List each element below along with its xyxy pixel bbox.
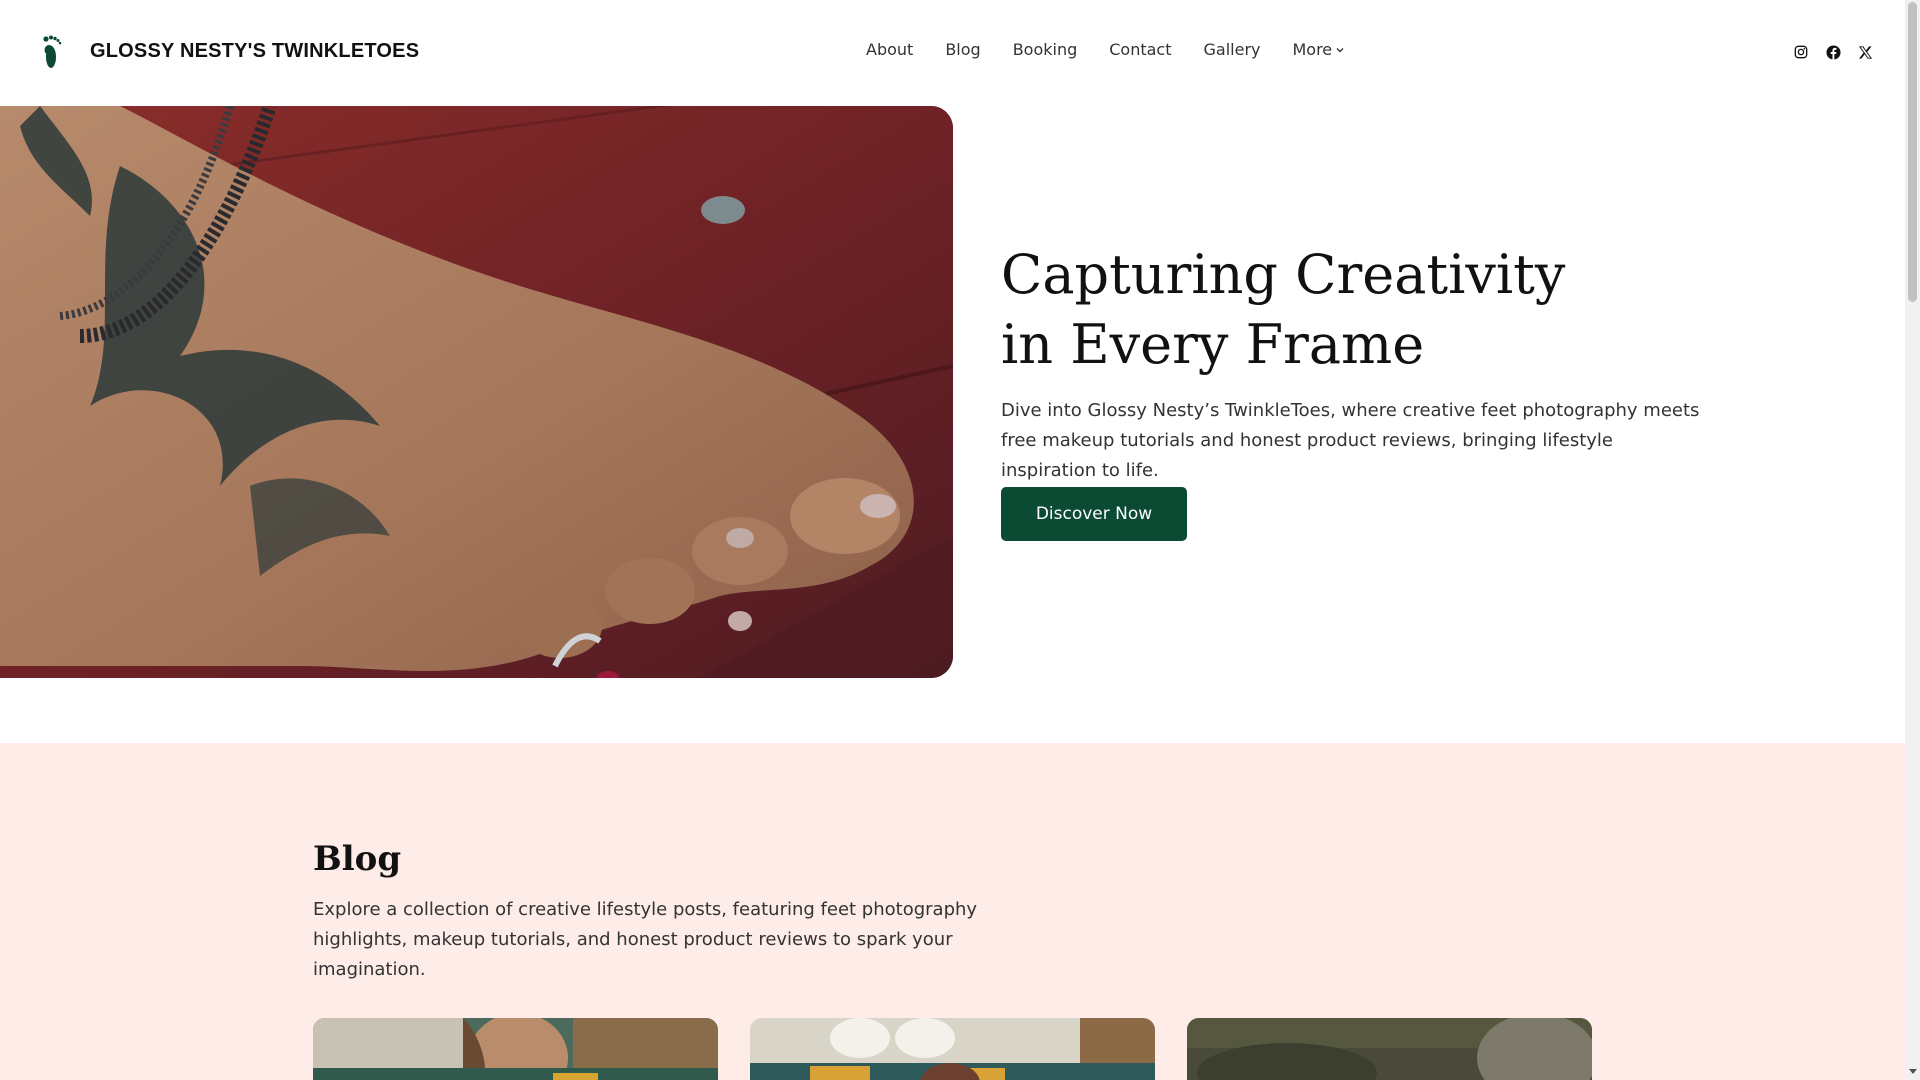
hero-title-line1: Capturing Creativity <box>1001 243 1566 306</box>
nav-item-more[interactable]: More <box>1292 40 1345 59</box>
chevron-down-icon <box>1336 47 1344 52</box>
hero-image <box>0 106 953 678</box>
blog-card-1[interactable] <box>313 1018 718 1080</box>
nav-item-more-label: More <box>1292 40 1333 59</box>
discover-now-button[interactable]: Discover Now <box>1001 487 1187 541</box>
nav-item-booking[interactable]: Booking <box>1013 40 1078 59</box>
blog-card-1-image <box>313 1018 718 1080</box>
blog-description: Explore a collection of creative lifesty… <box>313 899 978 980</box>
social-links <box>1792 43 1874 61</box>
scrollbar-thumb[interactable] <box>1908 2 1917 302</box>
blog-card-2[interactable] <box>750 1018 1155 1080</box>
hero-description: Dive into Glossy Nesty’s TwinkleToes, wh… <box>1001 400 1700 481</box>
nav-item-contact[interactable]: Contact <box>1109 40 1171 59</box>
hero-title: Capturing Creativity in Every Frame <box>1001 240 1621 380</box>
site-header: GLOSSY NESTY'S TWINKLETOES About Blog Bo… <box>0 0 1905 106</box>
blog-card-3[interactable] <box>1187 1018 1592 1080</box>
x-icon[interactable] <box>1856 43 1874 61</box>
blog-section: Blog Explore a collection of creative li… <box>0 743 1905 1080</box>
main-navigation: About Blog Booking Contact Gallery More <box>866 40 1345 59</box>
nav-item-blog[interactable]: Blog <box>945 40 980 59</box>
blog-card-2-image <box>750 1018 1155 1080</box>
nav-item-about[interactable]: About <box>866 40 913 59</box>
footprint-icon[interactable] <box>40 34 66 70</box>
nav-item-gallery[interactable]: Gallery <box>1204 40 1261 59</box>
site-title[interactable]: GLOSSY NESTY'S TWINKLETOES <box>90 40 419 63</box>
blog-card-3-image <box>1187 1018 1592 1080</box>
hero-photo-foot <box>0 106 953 678</box>
blog-title: Blog <box>313 839 402 879</box>
instagram-icon[interactable] <box>1792 43 1810 61</box>
facebook-icon[interactable] <box>1824 43 1842 61</box>
hero-title-line2: in Every Frame <box>1001 313 1425 376</box>
scroll-down-arrow-icon[interactable] <box>1908 1066 1918 1076</box>
